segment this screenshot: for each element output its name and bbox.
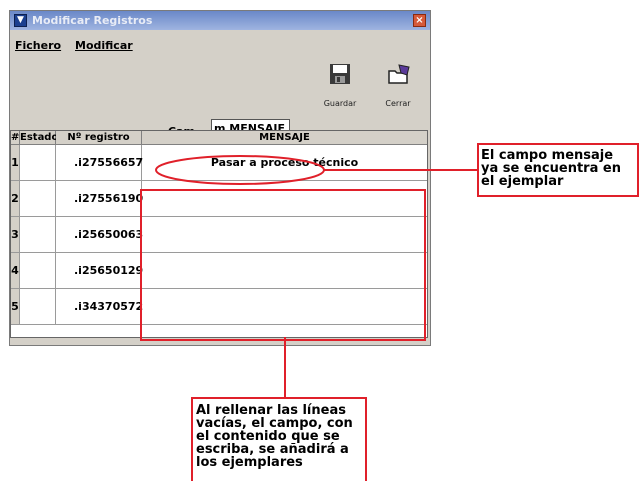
- annotation-text: Al rellenar las líneas vacías, el campo,…: [196, 403, 353, 470]
- annotation-callout-bottom: Al rellenar las líneas vacías, el campo,…: [191, 397, 367, 481]
- annotation-text: El campo mensaje ya se encuentra en el e…: [481, 148, 621, 189]
- highlight-ellipse: [155, 155, 325, 185]
- annotation-callout-right: El campo mensaje ya se encuentra en el e…: [477, 143, 639, 197]
- empty-rows-highlight: [140, 189, 426, 341]
